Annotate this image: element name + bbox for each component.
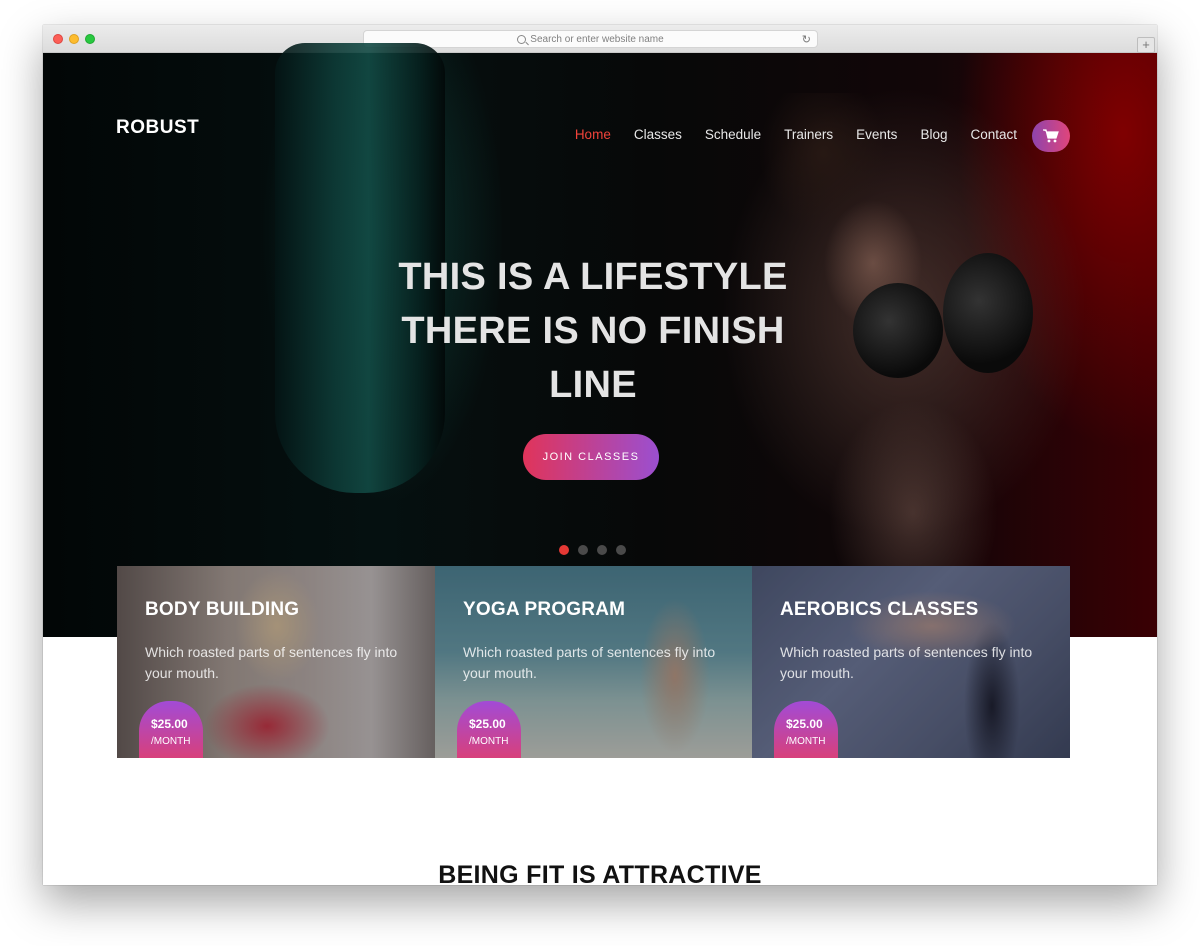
slider-dot[interactable] [578, 545, 588, 555]
hero-headline-line: THIS IS A LIFESTYLE [398, 256, 788, 298]
price-badge: $25.00 /MONTH [139, 701, 203, 758]
price-badge: $25.00 /MONTH [774, 701, 838, 758]
zoom-window-button[interactable] [85, 34, 95, 44]
browser-window: Search or enter website name ↻ + ROBUST … [43, 25, 1157, 885]
nav-item-events[interactable]: Events [856, 127, 897, 142]
cart-button[interactable] [1032, 120, 1070, 152]
hero-headline: THIS IS A LIFESTYLE THERE IS NO FINISH L… [343, 250, 843, 412]
close-window-button[interactable] [53, 34, 63, 44]
program-description: Which roasted parts of sentences fly int… [780, 644, 1033, 681]
section-title: BEING FIT IS ATTRACTIVE [438, 861, 762, 885]
nav-item-classes[interactable]: Classes [634, 127, 682, 142]
hero-section: ROBUST Home Classes Schedule Trainers Ev… [43, 43, 1157, 637]
cart-icon [1043, 129, 1059, 143]
slider-dot[interactable] [597, 545, 607, 555]
program-title: BODY BUILDING [145, 599, 300, 620]
main-nav: Home Classes Schedule Trainers Events Bl… [552, 127, 1017, 142]
program-title: YOGA PROGRAM [463, 599, 626, 620]
nav-item-trainers[interactable]: Trainers [784, 127, 833, 142]
price-amount: $25.00 [786, 717, 823, 731]
program-description: Which roasted parts of sentences fly int… [463, 644, 716, 681]
browser-titlebar: Search or enter website name ↻ + [43, 25, 1157, 53]
program-card-yoga[interactable]: YOGA PROGRAM Which roasted parts of sent… [435, 566, 752, 758]
price-period: /MONTH [469, 736, 509, 747]
program-description: Which roasted parts of sentences fly int… [145, 644, 398, 681]
boxing-glove-image [853, 283, 943, 378]
nav-item-blog[interactable]: Blog [920, 127, 947, 142]
nav-item-schedule[interactable]: Schedule [705, 127, 761, 142]
slider-dot[interactable] [559, 545, 569, 555]
new-tab-button[interactable]: + [1137, 37, 1155, 53]
reload-icon[interactable]: ↻ [802, 33, 811, 46]
price-period: /MONTH [786, 736, 826, 747]
address-bar[interactable]: Search or enter website name ↻ [363, 30, 818, 48]
hero-headline-line: LINE [549, 364, 637, 406]
minimize-window-button[interactable] [69, 34, 79, 44]
slider-dot[interactable] [616, 545, 626, 555]
search-icon [517, 34, 527, 44]
price-period: /MONTH [151, 736, 191, 747]
price-amount: $25.00 [469, 717, 506, 731]
site-logo[interactable]: ROBUST [116, 117, 199, 139]
program-cards: BODY BUILDING Which roasted parts of sen… [117, 566, 1070, 758]
nav-item-home[interactable]: Home [575, 127, 611, 142]
boxing-glove-image [943, 253, 1033, 373]
nav-item-contact[interactable]: Contact [970, 127, 1017, 142]
program-card-aerobics[interactable]: AEROBICS CLASSES Which roasted parts of … [752, 566, 1070, 758]
program-card-body-building[interactable]: BODY BUILDING Which roasted parts of sen… [117, 566, 435, 758]
price-badge: $25.00 /MONTH [457, 701, 521, 758]
price-amount: $25.00 [151, 717, 188, 731]
slider-dots [559, 545, 626, 555]
hero-headline-line: THERE IS NO FINISH [401, 310, 785, 352]
join-classes-button[interactable]: JOIN CLASSES [523, 434, 659, 480]
program-title: AEROBICS CLASSES [780, 599, 979, 620]
address-bar-placeholder: Search or enter website name [530, 33, 664, 45]
